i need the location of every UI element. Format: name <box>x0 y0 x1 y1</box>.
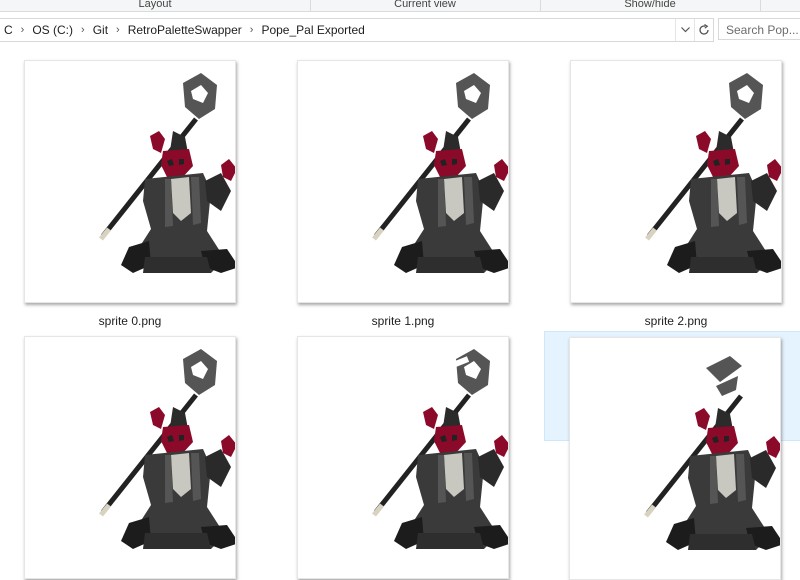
breadcrumb-label: Pope_Pal Exported <box>261 23 365 37</box>
sprite-image <box>25 73 236 303</box>
breadcrumb-separator-icon[interactable]: › <box>18 24 28 36</box>
breadcrumb-separator-icon[interactable]: › <box>247 24 257 36</box>
breadcrumb-c[interactable]: C <box>0 19 18 41</box>
file-item[interactable]: sprite 1.png <box>285 58 521 333</box>
sprite-image <box>298 73 509 303</box>
file-item[interactable] <box>12 334 248 579</box>
breadcrumb-label: OS (C:) <box>32 23 74 37</box>
file-item[interactable] <box>285 334 521 579</box>
breadcrumb-retropaletteswapper[interactable]: RetroPaletteSwapper <box>123 19 247 41</box>
breadcrumb-os-c[interactable]: OS (C:) <box>27 19 78 41</box>
file-thumbnail <box>570 60 782 303</box>
file-name: sprite 0.png <box>98 314 162 328</box>
chevron-down-icon[interactable] <box>675 19 694 41</box>
breadcrumb-git[interactable]: Git <box>88 19 113 41</box>
address-row: C › OS (C:) › Git › RetroPaletteSwapper … <box>0 12 800 48</box>
search-input[interactable]: Search Pop... <box>718 18 800 40</box>
file-thumbnail <box>569 337 781 580</box>
file-item[interactable]: sprite 0.png <box>12 58 248 333</box>
file-item[interactable]: sprite 2.png <box>558 58 794 333</box>
file-name: sprite 1.png <box>371 314 435 328</box>
ribbon-group-show-hide: Show/hide <box>540 0 761 11</box>
sprite-image <box>25 349 236 579</box>
file-thumbnail <box>297 336 509 579</box>
sprite-image <box>571 73 782 303</box>
breadcrumb-label: Git <box>92 23 109 37</box>
address-bar[interactable]: C › OS (C:) › Git › RetroPaletteSwapper … <box>0 18 714 42</box>
sprite-image <box>298 349 509 579</box>
file-item-selected[interactable] <box>544 331 800 580</box>
breadcrumb-pope-pal-exported[interactable]: Pope_Pal Exported <box>256 19 369 41</box>
sprite-image <box>570 356 781 580</box>
refresh-icon[interactable] <box>694 19 713 41</box>
breadcrumb-separator-icon[interactable]: › <box>113 24 123 36</box>
breadcrumb-label: RetroPaletteSwapper <box>127 23 242 37</box>
ribbon-group-current-view: Current view <box>310 0 541 11</box>
ribbon-group-layout: Layout <box>0 0 311 11</box>
breadcrumb-label: C <box>4 23 13 37</box>
file-thumbnail <box>24 336 236 579</box>
file-thumbnail <box>297 60 509 303</box>
ribbon-group-labels: Layout Current view Show/hide <box>0 0 800 12</box>
file-thumbnail <box>24 60 236 303</box>
breadcrumb-separator-icon[interactable]: › <box>78 24 88 36</box>
file-name: sprite 2.png <box>644 314 708 328</box>
